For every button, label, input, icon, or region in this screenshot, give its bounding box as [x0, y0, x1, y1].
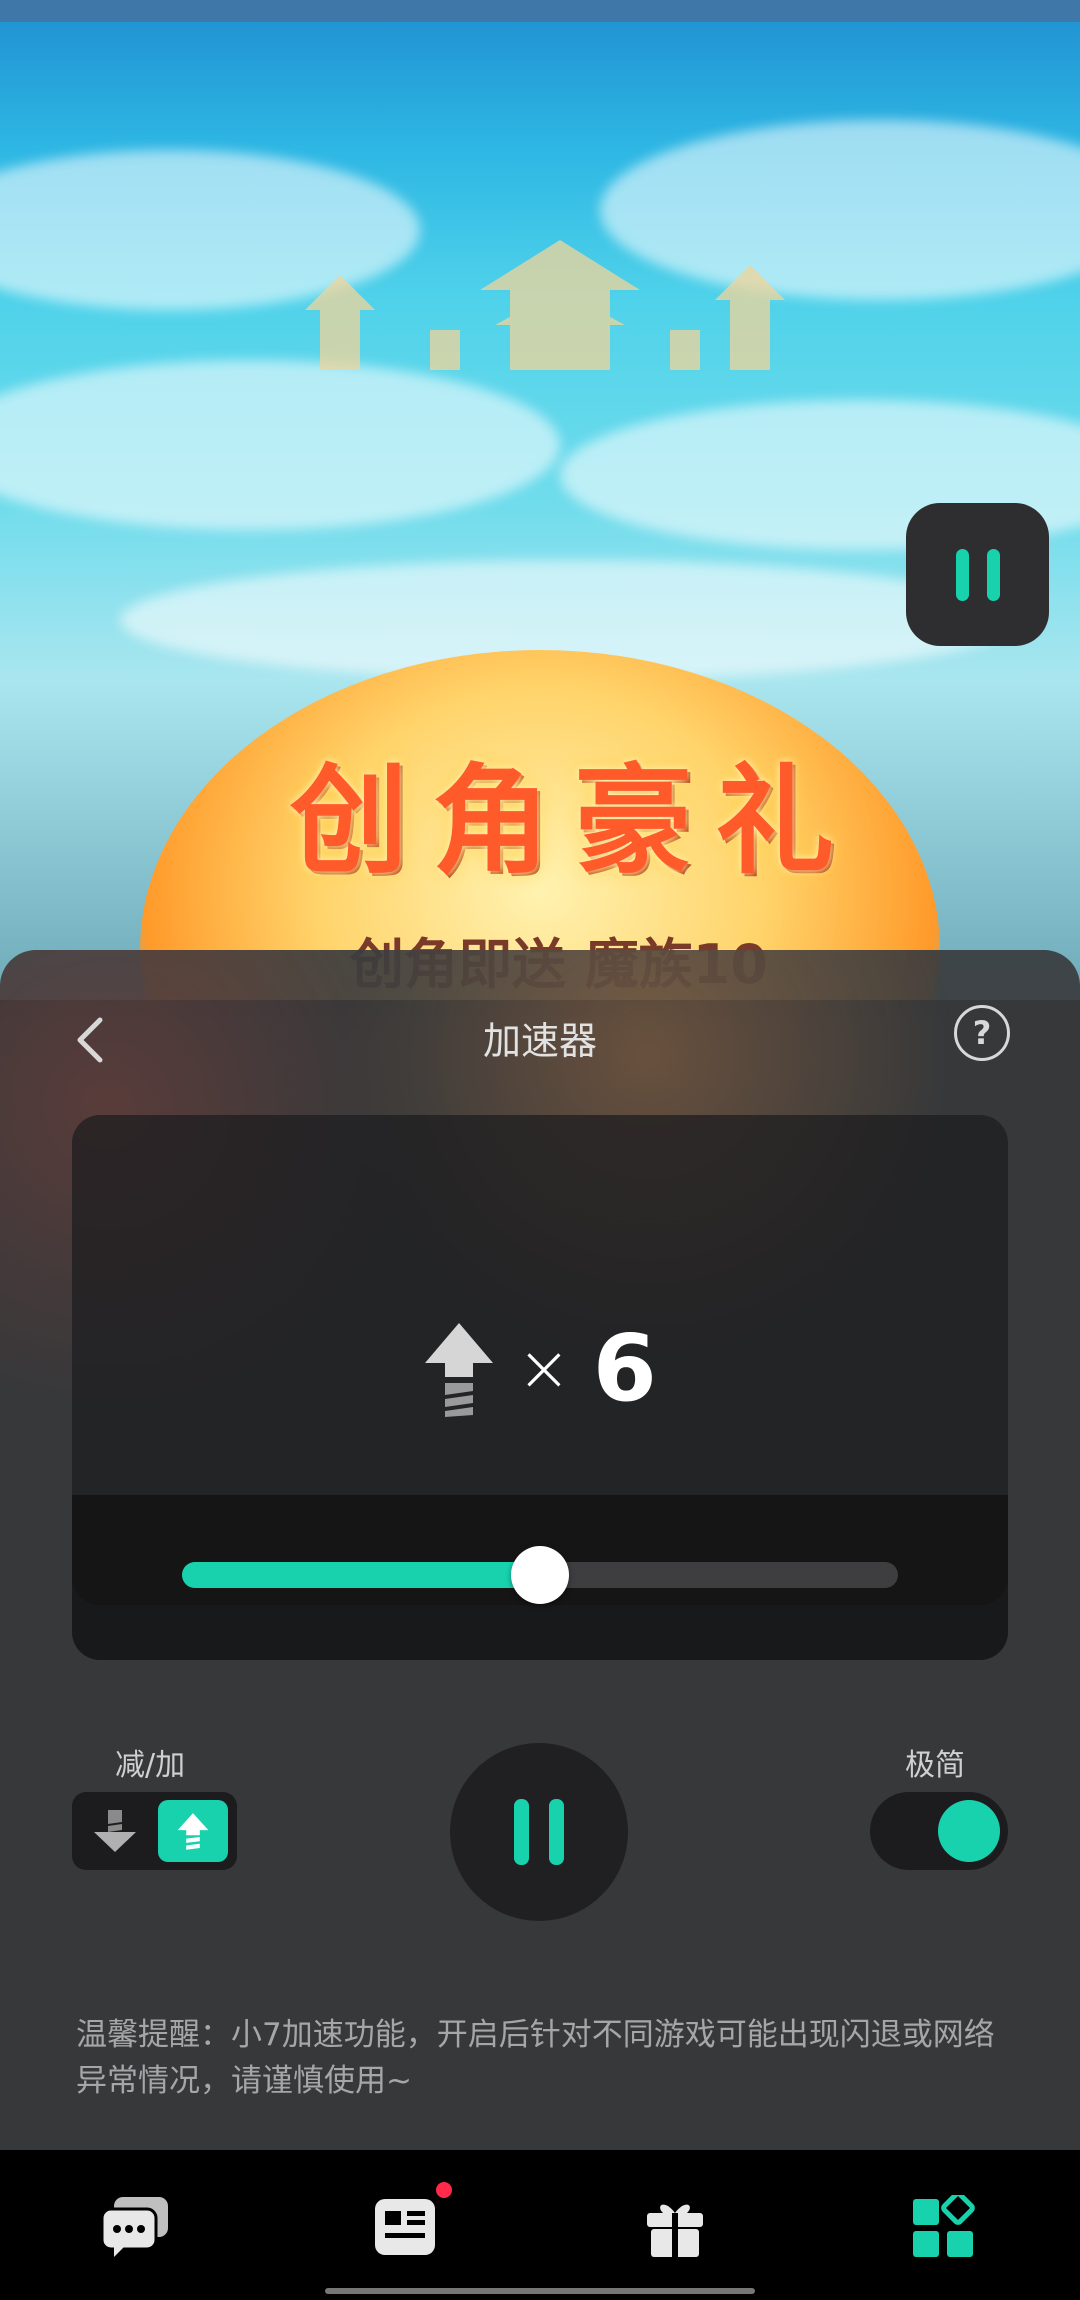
mode-toggle[interactable]	[72, 1792, 237, 1870]
pause-icon	[514, 1799, 529, 1865]
mode-label: 减/加	[115, 1748, 186, 1783]
nav-news[interactable]	[370, 2182, 452, 2262]
accelerator-panel: 加速器 ? × 6 减/加 极简 温馨提醒：小7加速功能，开启后针对不同游戏可能…	[0, 950, 1080, 2150]
speed-slider-thumb[interactable]	[511, 1546, 569, 1604]
times-symbol: ×	[517, 1331, 571, 1406]
speed-down-arrow-icon[interactable]	[92, 1808, 138, 1854]
palace-illustration	[305, 240, 785, 370]
speed-display: × 6	[72, 1315, 1008, 1422]
news-icon	[375, 2199, 435, 2255]
nav-apps[interactable]	[908, 2192, 978, 2262]
panel-title: 加速器	[482, 1019, 597, 1063]
question-circle-icon[interactable]: ?	[954, 1005, 1010, 1061]
speed-multiplier-value: 6	[592, 1315, 657, 1422]
gift-icon	[647, 2204, 703, 2257]
minimal-mode-label: 极简	[905, 1748, 965, 1783]
chat-icon	[100, 2197, 168, 2257]
minimal-mode-switch[interactable]	[870, 1792, 1008, 1870]
speed-up-arrow-icon	[177, 1813, 209, 1850]
pause-icon-bar	[986, 548, 1000, 601]
switch-knob	[938, 1800, 1000, 1862]
game-background: 创角豪礼 创角即送 魔族10	[0, 0, 1080, 1000]
nav-chat[interactable]	[100, 2192, 170, 2262]
status-strip	[0, 0, 1080, 22]
floating-pause-button[interactable]	[906, 503, 1049, 646]
pause-icon	[955, 548, 969, 601]
promo-title: 创角豪礼	[290, 751, 859, 890]
speed-slider-track[interactable]	[182, 1546, 898, 1604]
bottom-nav	[0, 2150, 1080, 2300]
pause-icon-bar	[549, 1799, 564, 1865]
pause-button[interactable]	[450, 1743, 628, 1921]
home-indicator	[325, 2288, 755, 2294]
speed-up-mode-button[interactable]	[158, 1800, 228, 1862]
apps-icon	[913, 2195, 975, 2257]
nav-gift[interactable]	[640, 2192, 710, 2262]
speed-slider-fill	[182, 1562, 540, 1588]
warning-tip: 温馨提醒：小7加速功能，开启后针对不同游戏可能出现闪退或网络异常情况，请谨慎使用…	[76, 2017, 995, 2099]
notification-badge	[436, 2182, 452, 2198]
speed-up-arrow-icon	[425, 1322, 494, 1417]
